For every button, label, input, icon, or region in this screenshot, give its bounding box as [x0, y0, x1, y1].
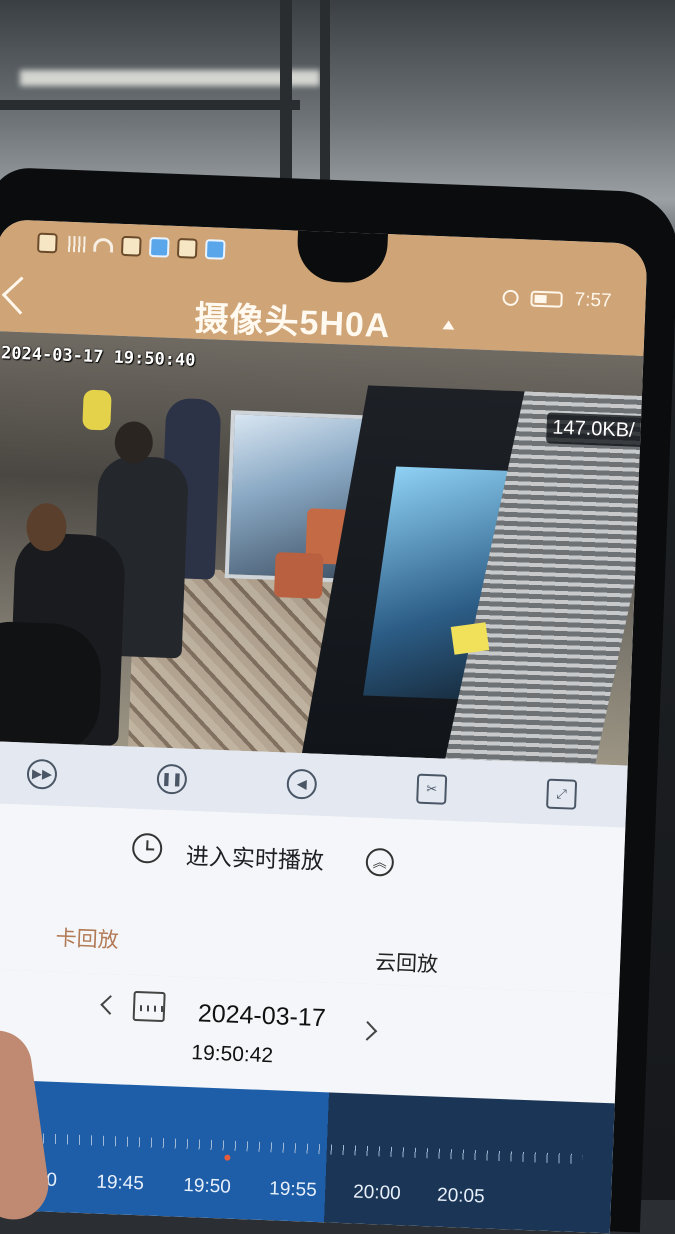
phone-device: 7:57 摄像头5H0A 2024-03-17 19:50:40 147.0KB… [0, 166, 675, 1234]
cloud-app-icon [148, 236, 170, 258]
fast-forward-icon[interactable]: ▶▶ [26, 758, 58, 790]
next-date-icon[interactable] [357, 1020, 378, 1041]
caret-up-icon[interactable] [442, 320, 455, 330]
video-timestamp: 2024-03-17 19:50:40 [0, 343, 196, 371]
battery-icon [530, 290, 563, 308]
notification-icon [36, 232, 58, 254]
camera-video-feed[interactable]: 2024-03-17 19:50:40 147.0KB/ [0, 331, 644, 766]
video-foreground-person [0, 620, 103, 756]
scissors-icon[interactable]: ✂ [416, 773, 448, 805]
status-time: 7:57 [574, 289, 612, 312]
page-title[interactable]: 摄像头5H0A [194, 291, 392, 347]
app-notification-icon [176, 238, 198, 259]
history-clock-icon [131, 832, 163, 864]
selected-date[interactable]: 2024-03-17 [197, 999, 326, 1033]
video-chair [273, 551, 324, 599]
timeline-label: 20:00 [352, 1181, 402, 1205]
app-notification-icon [204, 239, 226, 260]
shelf-light [20, 70, 320, 86]
chevron-up-icon[interactable]: ︽ [365, 847, 395, 877]
status-icons-right: 7:57 [502, 287, 612, 313]
video-gas-tank [82, 389, 112, 431]
tab-card-playback[interactable]: 卡回放 [55, 922, 119, 954]
playback-timeline[interactable]: 19:40 19:45 19:50 19:55 20:00 20:05 [0, 1078, 615, 1234]
selected-time: 19:50:42 [190, 1041, 274, 1068]
video-bitrate: 147.0KB/ [545, 412, 642, 447]
live-play-label[interactable]: 进入实时播放 [185, 837, 324, 876]
timeline-label: 19:50 [182, 1174, 232, 1198]
signal-icon [65, 235, 86, 253]
wifi-icon [93, 237, 114, 253]
calendar-icon[interactable] [132, 990, 166, 1023]
app-notification-icon [120, 235, 142, 257]
timeline-ticks [0, 1131, 583, 1165]
back-chevron-icon[interactable] [1, 276, 40, 315]
alarm-icon [502, 289, 519, 307]
volume-icon[interactable]: ◀ [286, 768, 318, 800]
timeline-label: 20:05 [436, 1184, 486, 1208]
status-icons-left [36, 232, 226, 260]
phone-screen: 7:57 摄像头5H0A 2024-03-17 19:50:40 147.0KB… [0, 219, 648, 1234]
prev-date-icon[interactable] [100, 995, 121, 1015]
video-yellow-bag [450, 622, 490, 655]
timeline-label: 19:55 [268, 1178, 318, 1202]
tab-cloud-playback[interactable]: 云回放 [374, 946, 439, 978]
fullscreen-icon[interactable]: ⤢ [546, 778, 578, 810]
pause-icon[interactable]: ❚❚ [156, 763, 188, 795]
timeline-cursor[interactable] [224, 1154, 231, 1161]
shelf-rail [0, 100, 300, 110]
timeline-label: 19:45 [95, 1171, 145, 1195]
